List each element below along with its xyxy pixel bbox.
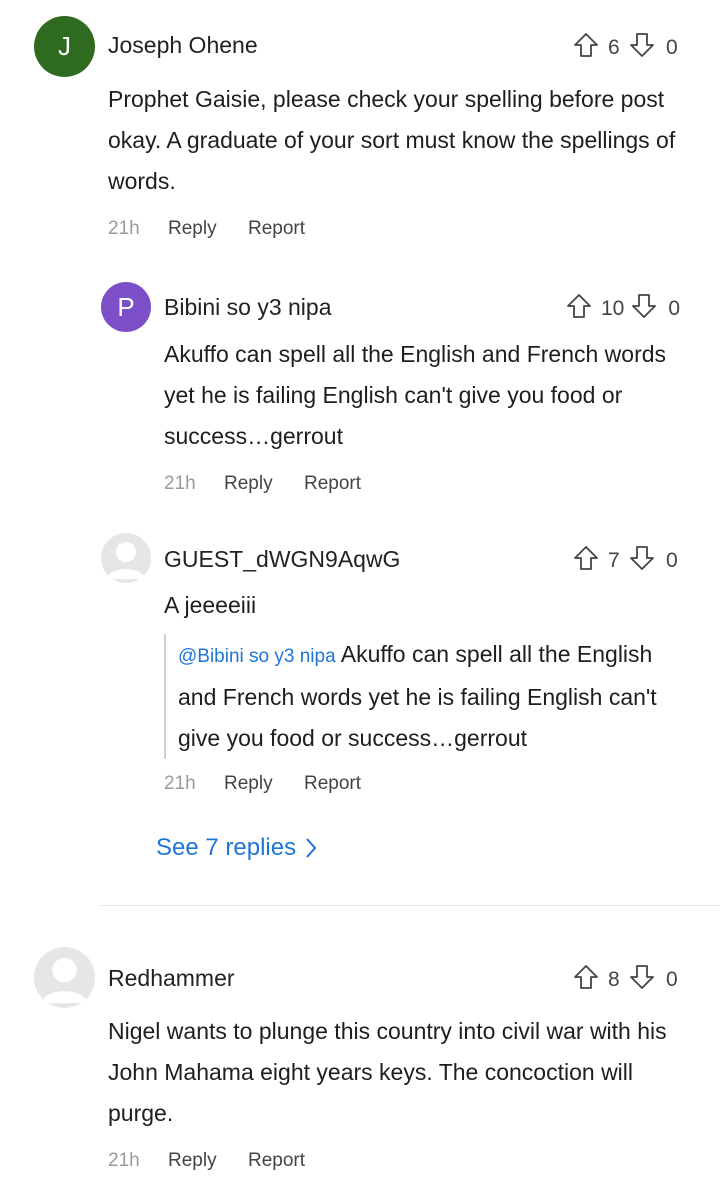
see-replies-link[interactable]: See 7 replies — [156, 834, 318, 862]
upvote-icon[interactable] — [572, 963, 600, 997]
timestamp: 21h — [164, 473, 196, 494]
upvote-icon[interactable] — [572, 31, 600, 65]
timestamp: 21h — [108, 218, 140, 239]
reply-comment: P Bibini so y3 nipa 10 0 Akuffo can spel… — [0, 270, 720, 500]
comment-author[interactable]: Redhammer — [108, 965, 235, 992]
comment-text: Nigel wants to plunge this country into … — [108, 1018, 667, 1126]
downvote-icon[interactable] — [630, 292, 658, 326]
comment: Redhammer 8 0 Nigel wants to plunge this… — [0, 930, 720, 1190]
upvote-count: 6 — [608, 36, 620, 59]
user-placeholder-icon — [41, 957, 88, 1004]
comment-meta: 21h Reply Report — [108, 1150, 305, 1172]
comment-author[interactable]: Bibini so y3 nipa — [164, 294, 332, 321]
downvote-icon[interactable] — [628, 544, 656, 578]
vote-controls: 6 0 — [572, 31, 678, 65]
avatar[interactable] — [101, 533, 151, 583]
downvote-count: 0 — [668, 297, 681, 320]
avatar-letter: J — [58, 31, 71, 61]
comment-meta: 21h Reply Report — [108, 218, 305, 240]
report-button[interactable]: Report — [248, 1150, 305, 1172]
report-button[interactable]: Report — [304, 773, 361, 795]
timestamp: 21h — [108, 1150, 140, 1171]
downvote-icon[interactable] — [628, 963, 656, 997]
quoted-comment: @Bibini so y3 nipa Akuffo can spell all … — [164, 634, 678, 759]
reply-button[interactable]: Reply — [168, 218, 248, 240]
comment-author[interactable]: Joseph Ohene — [108, 32, 258, 59]
vote-controls: 10 0 — [565, 292, 680, 326]
thread-divider — [100, 905, 720, 906]
avatar[interactable]: P — [101, 282, 151, 332]
upvote-icon[interactable] — [572, 544, 600, 578]
avatar[interactable] — [34, 947, 95, 1008]
comment: J Joseph Ohene 6 0 Prophet Gaisie, pleas… — [0, 0, 720, 250]
comment-author[interactable]: GUEST_dWGN9AqwG — [164, 546, 400, 573]
timestamp: 21h — [164, 773, 196, 794]
comment-text: A jeeeeiii — [164, 592, 257, 618]
downvote-icon[interactable] — [628, 31, 656, 65]
vote-controls: 8 0 — [572, 963, 678, 997]
upvote-icon[interactable] — [565, 292, 593, 326]
reply-comment: GUEST_dWGN9AqwG 7 0 A jeeeeiii @Bibini s… — [0, 520, 720, 810]
avatar[interactable]: J — [34, 16, 95, 77]
comment-meta: 21h Reply Report — [164, 473, 361, 495]
avatar-letter: P — [117, 291, 135, 322]
reply-button[interactable]: Reply — [224, 473, 304, 495]
chevron-right-icon — [304, 836, 318, 860]
downvote-count: 0 — [666, 968, 678, 991]
user-placeholder-icon — [107, 542, 145, 579]
comment-meta: 21h Reply Report — [164, 773, 361, 795]
upvote-count: 8 — [608, 968, 620, 991]
reply-button[interactable]: Reply — [168, 1150, 248, 1172]
vote-controls: 7 0 — [572, 544, 678, 578]
upvote-count: 7 — [608, 549, 620, 572]
report-button[interactable]: Report — [304, 473, 361, 495]
comment-text: Prophet Gaisie, please check your spelli… — [108, 86, 676, 194]
quote-mention[interactable]: @Bibini so y3 nipa — [178, 646, 336, 667]
reply-button[interactable]: Reply — [224, 773, 304, 795]
report-button[interactable]: Report — [248, 218, 305, 240]
see-replies-label: See 7 replies — [156, 834, 297, 861]
downvote-count: 0 — [666, 36, 678, 59]
comment-text: Akuffo can spell all the English and Fre… — [164, 341, 667, 449]
upvote-count: 10 — [601, 297, 625, 320]
downvote-count: 0 — [666, 549, 678, 572]
